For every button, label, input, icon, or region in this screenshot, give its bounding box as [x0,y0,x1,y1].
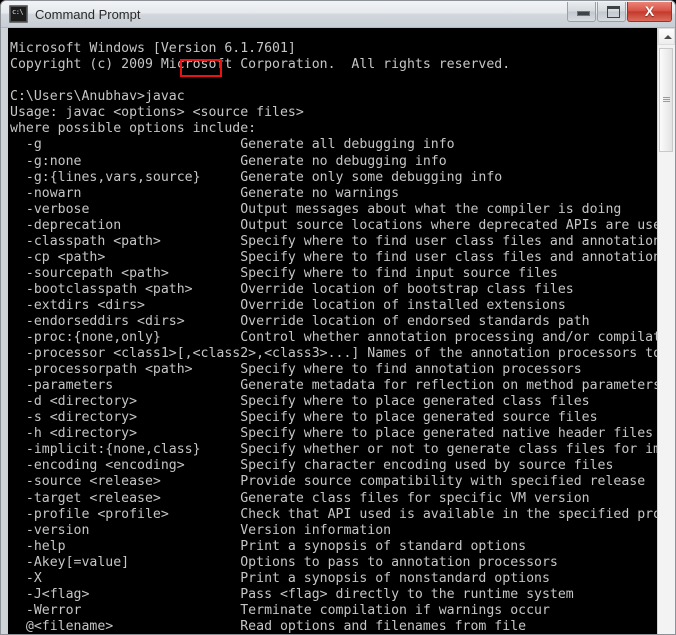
scrollbar-grip-icon [663,97,670,103]
window-title: Command Prompt [35,6,141,22]
close-button[interactable]: X [627,2,672,22]
scrollbar-track[interactable] [658,45,675,634]
console-frame: Microsoft Windows [Version 6.1.7601] Cop… [1,28,675,634]
console-surface[interactable]: Microsoft Windows [Version 6.1.7601] Cop… [8,28,659,634]
scroll-up-arrow-icon[interactable] [658,28,675,45]
maximize-button[interactable] [597,2,626,22]
minimize-button[interactable] [567,2,596,22]
minimize-icon [577,11,590,16]
command-prompt-icon[interactable] [9,5,28,23]
scrollbar-thumb[interactable] [659,48,673,152]
console-scrollbar[interactable] [657,28,675,634]
maximize-icon [607,6,620,18]
title-bar[interactable]: Command Prompt X [1,1,675,28]
close-icon: X [644,3,655,19]
window-controls: X [566,2,672,22]
console-output: Microsoft Windows [Version 6.1.7601] Cop… [10,41,659,634]
command-prompt-window: Command Prompt X Microsoft Windows [Vers… [0,0,676,635]
title-bar-left: Command Prompt [9,5,140,23]
